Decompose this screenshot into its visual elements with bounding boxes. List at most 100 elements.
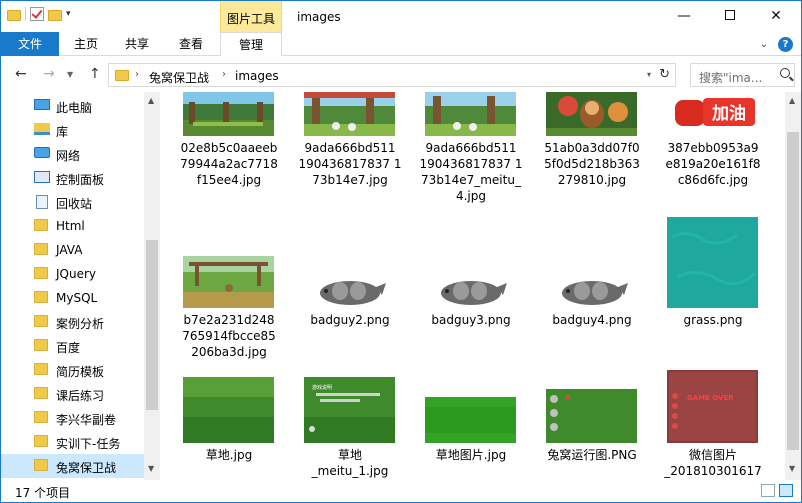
sidebar-item-label: 案例分析 [56,317,105,331]
tab-view[interactable]: 查看 [165,32,217,56]
tab-file[interactable]: 文件 [1,32,59,56]
file-name: 73b14e7_meitu_ [421,173,521,187]
item-count: 17 个项目 [15,486,71,500]
sidebar-item-network[interactable]: 网络 [1,142,144,166]
sidebar-item-label: 库 [56,125,69,139]
sidebar-item-baidu[interactable]: 百度 [1,334,144,358]
context-tab-label: 图片工具 [226,12,275,26]
toolbar-divider [25,7,26,21]
file-name: 387ebb0953a9 [667,141,759,155]
sidebar-item-recycle-bin[interactable]: 回收站 [1,190,144,214]
file-name: 206ba3d.jpg [191,345,267,359]
maximize-icon [725,10,735,20]
ribbon-controls: ⌄ ? [760,37,793,52]
tab-manage[interactable]: 管理 [220,32,282,57]
sidebar-item-label: 此电脑 [56,101,93,115]
window-title: images [297,10,341,24]
large-icons-view-icon[interactable] [779,484,793,497]
thumbnail-caption: GAME OVER [687,394,734,402]
sidebar-item-label: 控制面板 [56,173,105,187]
sidebar-item-control-panel[interactable]: 控制面板 [1,166,144,190]
tab-share[interactable]: 共享 [113,32,161,56]
sidebar-item-jquery[interactable]: JQuery [1,262,144,286]
expand-ribbon-icon[interactable]: ⌄ [760,39,768,50]
breadcrumb-item[interactable]: 兔窝保卫战 [149,69,209,86]
scrollbar-thumb[interactable] [787,132,799,450]
sidebar-item-exam[interactable]: 李兴华副卷 [1,406,144,430]
sidebar-item-html[interactable]: Html [1,214,144,238]
new-folder-icon[interactable] [48,9,62,21]
folder-icon [34,219,50,233]
image-thumbnail [304,92,395,136]
file-name: c86d6fc.jpg [677,173,749,187]
folder-icon [34,387,50,401]
image-thumbnail [320,281,386,305]
sidebar-item-libraries[interactable]: 库 [1,118,144,142]
explorer-window: ▾ 图片工具 images — ✕ 文件 主页 共享 查看 管理 ⌄ ? ← →… [0,0,802,503]
scroll-up-icon[interactable]: ▲ [789,96,795,105]
file-name: 79944a2ac7718 [180,157,278,171]
file-name: _meitu_1.jpg [311,464,389,478]
details-view-icon[interactable] [761,484,775,497]
scroll-down-icon[interactable]: ▼ [148,464,154,473]
file-name: 9ada666bd511 [304,141,396,155]
file-name: 02e8b5c0aaeeb [180,141,278,155]
sidebar-item-case-analysis[interactable]: 案例分析 [1,310,144,334]
file-name: 微信图片 [688,448,737,462]
content-scrollbar[interactable]: ▲ ▼ [785,92,801,480]
help-icon[interactable]: ? [778,37,793,52]
image-thumbnail: 游戏说明 [304,377,395,443]
search-input[interactable]: 搜索"ima... [690,63,795,87]
sidebar-item-label: JQuery [56,267,97,281]
sidebar-item-mysql[interactable]: MySQL [1,286,144,310]
file-name: 279810.jpg [557,173,627,187]
sidebar-item-rabbit-defense[interactable]: 兔窝保卫战 [1,454,144,478]
view-switcher [761,484,793,497]
image-thumbnail [562,281,628,305]
sidebar-item-homework[interactable]: 课后练习 [1,382,144,406]
folder-icon [34,459,50,473]
sidebar-item-resume-templates[interactable]: 简历模板 [1,358,144,382]
thumbnail-caption: 游戏说明 [312,384,332,391]
folder-icon [34,339,50,353]
maximize-button[interactable] [707,1,753,32]
file-name: 9ada666bd511 [425,141,517,155]
image-thumbnail [667,217,758,308]
breadcrumb-chevron-icon[interactable]: › [222,69,226,80]
scrollbar-thumb[interactable] [146,240,158,410]
sidebar-item-label: Html [56,219,85,233]
minimize-button[interactable]: — [661,1,707,32]
forward-button[interactable]: → [43,66,55,82]
address-bar[interactable]: › 兔窝保卫战 › images ▾ ↻ [108,63,676,87]
back-button[interactable]: ← [15,66,27,82]
scroll-up-icon[interactable]: ▲ [148,96,154,105]
recent-locations-icon[interactable]: ▼ [67,70,73,79]
folder-icon[interactable] [7,9,21,21]
file-name: b7e2a231d248 [183,313,275,327]
address-dropdown-icon[interactable]: ▾ [647,70,651,79]
sidebar-item-label: 简历模板 [56,365,105,379]
recycle-bin-icon [34,195,50,209]
breadcrumb-item[interactable]: images [235,69,279,83]
sidebar-item-training[interactable]: 实训下-任务 [1,430,144,454]
sidebar-item-this-pc[interactable]: 此电脑 [1,94,144,118]
tab-home[interactable]: 主页 [63,32,109,56]
properties-icon[interactable] [30,7,44,21]
file-name: 190436817837 1 [298,157,402,171]
up-button[interactable]: ↑ [89,66,101,82]
sidebar-scrollbar[interactable]: ▲ ▼ [144,92,160,480]
close-button[interactable]: ✕ [753,1,799,32]
image-thumbnail: 加油 [667,92,758,136]
sidebar-item-label: 百度 [56,341,81,355]
title-bar: ▾ 图片工具 images — ✕ [1,1,801,32]
folder-icon [34,267,50,281]
file-name: 51ab0a3dd07f0 [544,141,640,155]
scroll-down-icon[interactable]: ▼ [789,464,795,473]
refresh-icon[interactable]: ↻ [659,67,670,82]
customize-toolbar-icon[interactable]: ▾ [66,9,71,19]
network-icon [34,147,50,161]
image-thumbnail [441,281,507,305]
search-icon[interactable] [780,68,790,78]
sidebar-item-java[interactable]: JAVA [1,238,144,262]
breadcrumb-chevron-icon[interactable]: › [135,69,139,80]
